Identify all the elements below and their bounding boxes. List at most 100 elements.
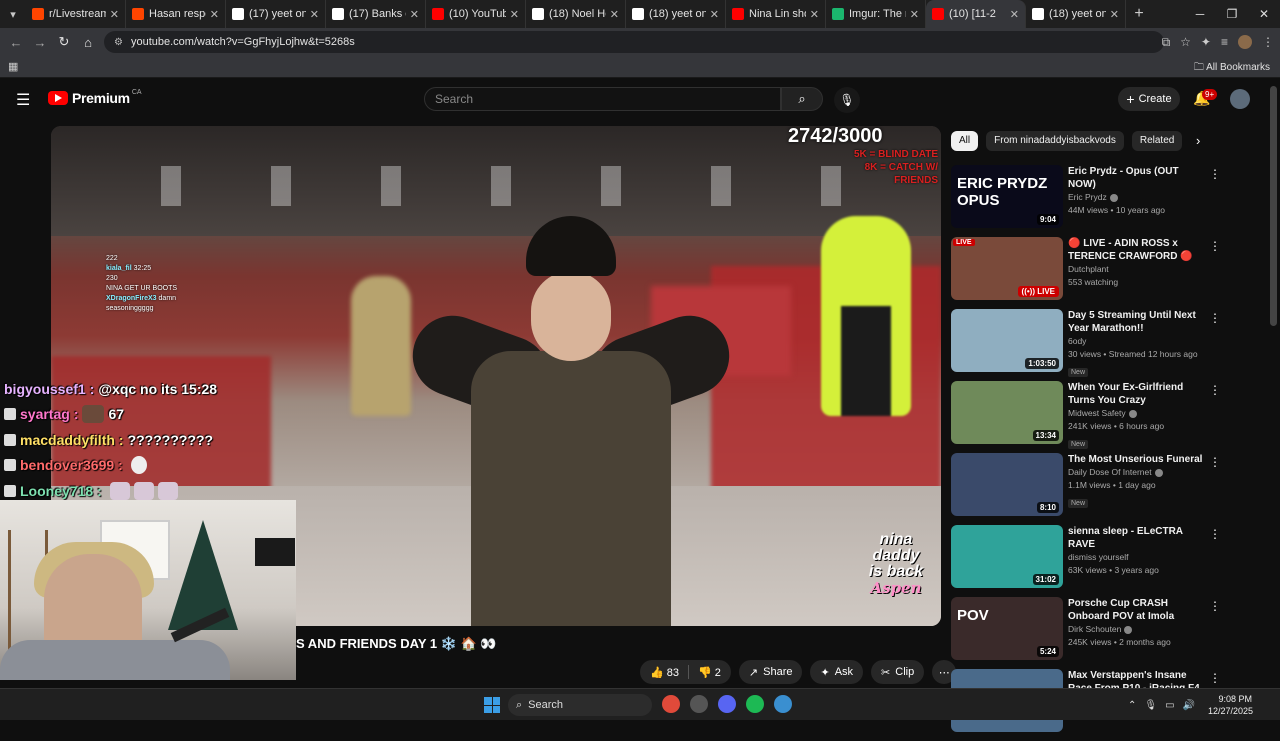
search-input[interactable]: Search	[424, 87, 781, 111]
recommendation-title[interactable]: Eric Prydz - Opus (OUT NOW)	[1068, 165, 1208, 191]
dislike-button[interactable]: 👎 2	[698, 666, 721, 679]
browser-tab[interactable]: (18) yeet on X ✕	[626, 0, 726, 28]
site-info-icon[interactable]: ⚙	[114, 37, 123, 48]
more-options-icon[interactable]: ⋮	[1209, 383, 1221, 397]
volume-icon[interactable]: 🔊	[1183, 700, 1195, 711]
browser-tab[interactable]: (10) YouTube ✕	[426, 0, 526, 28]
browser-tab[interactable]: Nina Lin show ✕	[726, 0, 826, 28]
recommendation-title[interactable]: Day 5 Streaming Until Next Year Marathon…	[1068, 309, 1208, 335]
more-options-icon[interactable]: ⋮	[1209, 239, 1221, 253]
video-thumbnail[interactable]: POV 5:24	[951, 597, 1063, 660]
tab-close-icon[interactable]: ✕	[1010, 8, 1019, 21]
recommendation-title[interactable]: When Your Ex-Girlfriend Turns You Crazy	[1068, 381, 1208, 407]
extensions-icon[interactable]: ✦	[1201, 35, 1211, 49]
recommendation-channel[interactable]: Eric Prydz	[1068, 191, 1208, 204]
cast-icon[interactable]: ⧉	[1162, 35, 1171, 50]
create-button[interactable]: + Create	[1118, 87, 1180, 111]
media-controls-icon[interactable]: ≡	[1221, 35, 1228, 49]
account-avatar[interactable]	[1230, 89, 1250, 109]
browser-app-icon[interactable]	[774, 695, 792, 713]
recommendation-title[interactable]: 🔴 LIVE - ADIN ROSS x TERENCE CRAWFORD 🔴 …	[1068, 237, 1208, 263]
video-thumbnail[interactable]: ERIC PRYDZ OPUS 9:04	[951, 165, 1063, 228]
browser-tab[interactable]: Hasan respond ✕	[126, 0, 226, 28]
profile-avatar[interactable]	[1238, 35, 1252, 49]
maximize-icon[interactable]: ❐	[1216, 0, 1248, 28]
taskbar-clock[interactable]: 9:08 PM 12/27/2025	[1208, 693, 1253, 717]
forward-icon[interactable]: →	[28, 35, 52, 50]
recommendation-item[interactable]: ERIC PRYDZ OPUS 9:04 Eric Prydz - Opus (O…	[951, 165, 1231, 235]
windows-start-icon[interactable]	[484, 697, 500, 713]
reload-icon[interactable]: ↻	[52, 34, 76, 50]
share-button[interactable]: ↗ Share	[738, 660, 803, 684]
recommendation-title[interactable]: The Most Unserious Funeral	[1068, 453, 1208, 466]
tab-search-icon[interactable]: ▾	[0, 0, 26, 28]
network-icon[interactable]: ▭	[1165, 700, 1174, 711]
filter-chip[interactable]: Related	[1131, 131, 1183, 151]
browser-tab[interactable]: (18) Noel Herr ✕	[526, 0, 626, 28]
recommendation-channel[interactable]: Midwest Safety	[1068, 407, 1208, 420]
recommendation-item[interactable]: POV 5:24 Porsche Cup CRASH Onboard POV at…	[951, 597, 1231, 667]
tab-close-icon[interactable]: ✕	[110, 8, 119, 21]
spotify-icon[interactable]	[746, 695, 764, 713]
more-options-icon[interactable]: ⋮	[1209, 167, 1221, 181]
tab-close-icon[interactable]: ✕	[410, 8, 419, 21]
recommendation-item[interactable]: 13:34 When Your Ex-Girlfriend Turns You …	[951, 381, 1231, 451]
recommendation-channel[interactable]: Daily Dose Of Internet	[1068, 466, 1208, 479]
recommendation-item[interactable]: LIVE ((•)) LIVE 🔴 LIVE - ADIN ROSS x TERE…	[951, 237, 1231, 307]
browser-tab[interactable]: (17) yeet on X ✕	[226, 0, 326, 28]
page-scrollbar[interactable]	[1270, 86, 1277, 326]
microphone-tray-icon[interactable]: 🎙	[1144, 700, 1157, 711]
apps-grid-icon[interactable]: ▦	[8, 60, 18, 73]
ask-button[interactable]: ✦ Ask	[810, 660, 864, 684]
tab-close-icon[interactable]: ✕	[710, 8, 719, 21]
recommendation-channel[interactable]: dismiss yourself	[1068, 551, 1208, 564]
browser-tab[interactable]: (18) yeet on X ✕	[1026, 0, 1126, 28]
tab-close-icon[interactable]: ✕	[1110, 8, 1119, 21]
more-options-icon[interactable]: ⋮	[1209, 527, 1221, 541]
video-thumbnail[interactable]: 1:03:50	[951, 309, 1063, 372]
close-window-icon[interactable]: ✕	[1248, 0, 1280, 28]
filter-chip[interactable]: From ninadaddyisbackvods	[986, 131, 1124, 151]
browser-tab[interactable]: (10) [11-2 ✕	[926, 0, 1026, 28]
tab-close-icon[interactable]: ✕	[810, 8, 819, 21]
youtube-logo[interactable]: Premium CA	[48, 89, 142, 106]
more-options-icon[interactable]: ⋮	[1209, 671, 1221, 685]
chrome-icon[interactable]	[662, 695, 680, 713]
more-options-icon[interactable]: ⋮	[1209, 455, 1221, 469]
search-icon[interactable]: ⌕	[781, 87, 823, 111]
recommendation-title[interactable]: Porsche Cup CRASH Onboard POV at Imola	[1068, 597, 1208, 623]
browser-tab[interactable]: (17) Banks on ✕	[326, 0, 426, 28]
browser-menu-icon[interactable]: ⋮	[1262, 35, 1274, 49]
recommendation-channel[interactable]: Dirk Schouten	[1068, 623, 1208, 636]
more-options-icon[interactable]: ⋮	[1209, 311, 1221, 325]
tab-close-icon[interactable]: ✕	[610, 8, 619, 21]
more-options-icon[interactable]: ⋮	[1209, 599, 1221, 613]
address-bar[interactable]: ⚙ youtube.com/watch?v=GgFhyjLojhw&t=5268…	[104, 31, 1164, 53]
browser-tab[interactable]: r/LivestreamFa ✕	[26, 0, 126, 28]
recommendation-item[interactable]: 1:03:50 Day 5 Streaming Until Next Year …	[951, 309, 1231, 379]
browser-tab[interactable]: Imgur: The ma ✕	[826, 0, 926, 28]
tab-close-icon[interactable]: ✕	[910, 8, 919, 21]
minimize-icon[interactable]: ─	[1184, 0, 1216, 28]
chevron-right-icon[interactable]: ›	[1196, 133, 1200, 148]
filter-chip[interactable]: All	[951, 131, 979, 151]
video-thumbnail[interactable]: LIVE ((•)) LIVE	[951, 237, 1063, 300]
clip-button[interactable]: ✂ Clip	[871, 660, 925, 684]
menu-icon[interactable]: ☰	[16, 90, 30, 110]
recommendation-channel[interactable]: Dutchplant	[1068, 263, 1208, 276]
chevron-up-icon[interactable]: ⌃	[1128, 700, 1136, 711]
recommendation-title[interactable]: sienna sleep - ELeCTRA RAVE	[1068, 525, 1208, 551]
discord-icon[interactable]	[718, 695, 736, 713]
video-thumbnail[interactable]: 13:34	[951, 381, 1063, 444]
video-thumbnail[interactable]: 31:02	[951, 525, 1063, 588]
recommendation-item[interactable]: 31:02 sienna sleep - ELeCTRA RAVE dismis…	[951, 525, 1231, 595]
recommendation-item[interactable]: 8:10 The Most Unserious Funeral Daily Do…	[951, 453, 1231, 523]
back-icon[interactable]: ←	[4, 35, 28, 50]
recommendation-channel[interactable]: 6ody	[1068, 335, 1208, 348]
tab-close-icon[interactable]: ✕	[510, 8, 519, 21]
taskbar-search[interactable]: ⌕ Search	[508, 694, 652, 716]
tab-close-icon[interactable]: ✕	[310, 8, 319, 21]
microphone-icon[interactable]: 🎙	[834, 87, 860, 113]
new-tab-button[interactable]: +	[1126, 5, 1152, 23]
home-icon[interactable]: ⌂	[76, 35, 100, 50]
